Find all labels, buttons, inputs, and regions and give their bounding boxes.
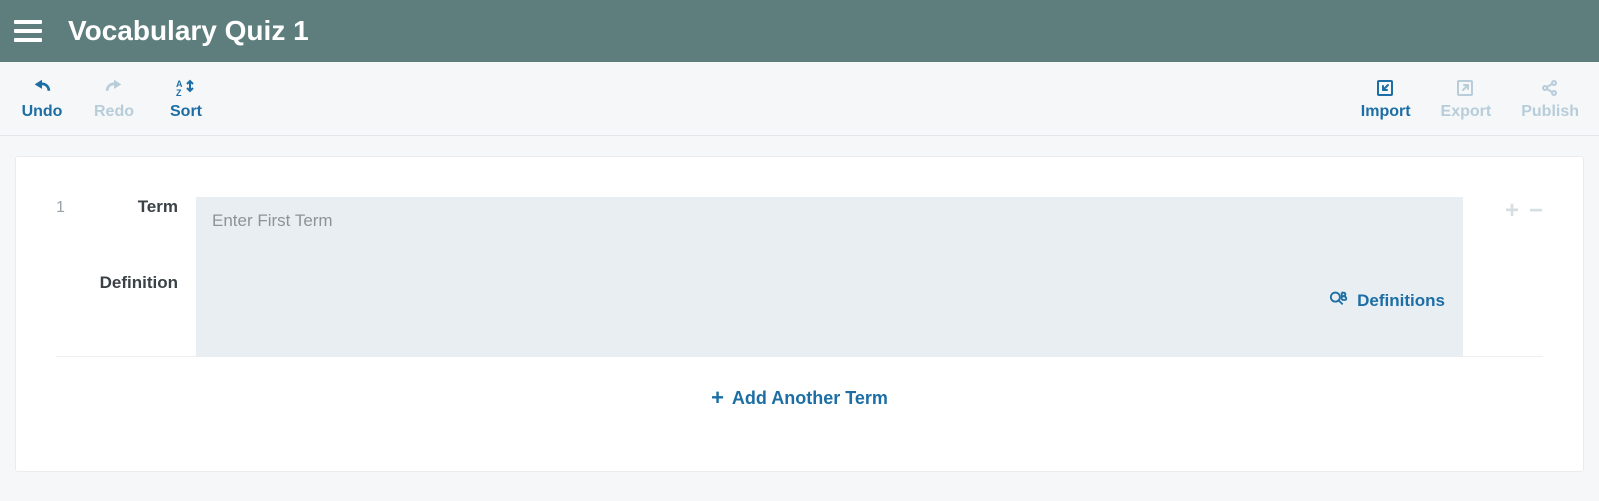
redo-label: Redo: [94, 103, 134, 121]
undo-icon: [31, 77, 53, 99]
sort-icon: A Z: [176, 77, 196, 99]
import-button[interactable]: Import: [1361, 77, 1411, 121]
import-icon: [1376, 77, 1396, 99]
term-index: 1: [56, 197, 86, 217]
export-label: Export: [1441, 103, 1492, 121]
export-button: Export: [1441, 77, 1492, 121]
search-definitions-icon: [1329, 289, 1349, 312]
definition-label: Definition: [86, 273, 178, 293]
add-another-term-button[interactable]: + Add Another Term: [16, 385, 1583, 411]
add-row-icon[interactable]: +: [1505, 199, 1519, 223]
import-label: Import: [1361, 103, 1411, 121]
export-icon: [1456, 77, 1476, 99]
term-input[interactable]: [196, 197, 1463, 245]
publish-label: Publish: [1521, 103, 1579, 121]
share-icon: [1540, 77, 1560, 99]
sort-label: Sort: [170, 103, 202, 121]
undo-label: Undo: [22, 103, 63, 121]
term-label: Term: [86, 197, 178, 217]
definitions-label: Definitions: [1357, 291, 1445, 311]
definition-input[interactable]: Definitions: [196, 245, 1463, 357]
svg-text:Z: Z: [176, 88, 182, 97]
plus-icon: +: [711, 385, 724, 411]
page-title: Vocabulary Quiz 1: [68, 15, 309, 47]
sort-button[interactable]: A Z Sort: [164, 77, 208, 121]
publish-button: Publish: [1521, 77, 1579, 121]
undo-button[interactable]: Undo: [20, 77, 64, 121]
app-header: Vocabulary Quiz 1: [0, 0, 1599, 62]
remove-row-icon[interactable]: −: [1529, 199, 1543, 223]
definitions-button[interactable]: Definitions: [1329, 289, 1445, 312]
toolbar: Undo Redo A Z Sort: [0, 62, 1599, 136]
redo-icon: [103, 77, 125, 99]
menu-icon[interactable]: [14, 20, 42, 42]
term-row: 1 Term Definition Definitions: [16, 157, 1583, 357]
add-another-label: Add Another Term: [732, 388, 888, 409]
term-card: 1 Term Definition Definitions: [15, 156, 1584, 472]
redo-button: Redo: [92, 77, 136, 121]
